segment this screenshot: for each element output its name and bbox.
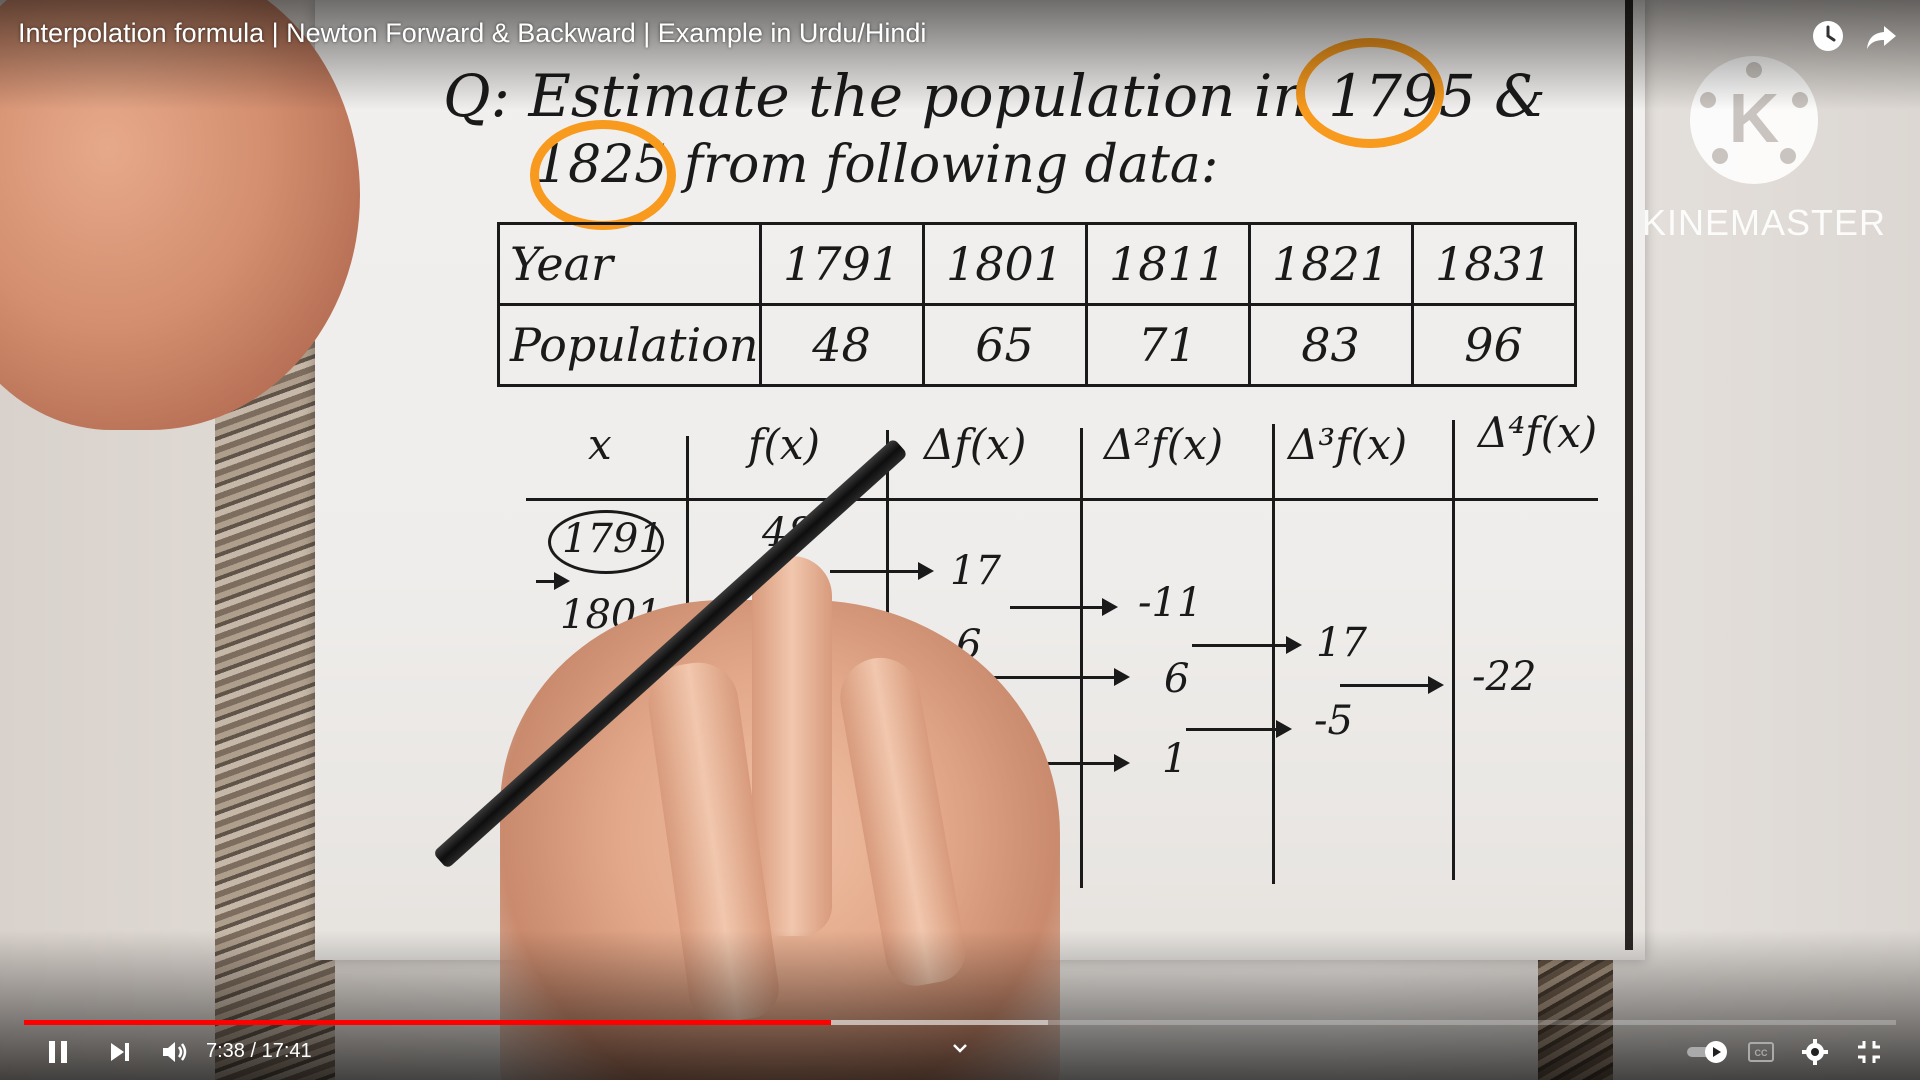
exit-fullscreen-icon — [1858, 1041, 1880, 1063]
time-display: 7:38 / 17:41 — [206, 1040, 312, 1063]
arrow — [1340, 676, 1444, 694]
time-separator: / — [244, 1040, 262, 1062]
delta2-value: 1 — [1162, 736, 1188, 782]
table-row: Year 1791 1801 1811 1821 1831 — [497, 222, 1577, 306]
kinemaster-wordmark: KINEMASTER — [1642, 202, 1887, 243]
table-cell: 65 — [921, 303, 1088, 387]
x-value: 1791 — [562, 516, 664, 562]
table-row: Population 48 65 71 83 96 — [497, 303, 1577, 387]
chapters-button[interactable] — [948, 1036, 972, 1060]
current-time: 7:38 — [206, 1040, 245, 1062]
table-cell: 83 — [1247, 303, 1414, 387]
cc-icon: CC — [1748, 1042, 1774, 1062]
top-shade — [0, 0, 1920, 110]
header-fx: f(x) — [748, 420, 821, 469]
delta3-value: -5 — [1314, 698, 1353, 744]
header-delta1: Δf(x) — [924, 420, 1027, 469]
next-button[interactable] — [102, 1034, 138, 1070]
delta2-value: 6 — [1164, 656, 1190, 702]
played-bar — [24, 1020, 831, 1025]
svg-text:CC: CC — [1755, 1048, 1768, 1058]
column-divider — [1452, 420, 1455, 880]
video-frame[interactable]: Q: Estimate the population in 1795 & 182… — [0, 0, 1920, 1080]
captions-button[interactable]: CC — [1746, 1034, 1776, 1070]
finger — [752, 556, 832, 936]
autoplay-toggle-icon — [1687, 1041, 1727, 1063]
gear-icon — [1802, 1039, 1828, 1065]
table-cell: 1811 — [1084, 222, 1251, 306]
chevron-down-icon — [953, 1044, 967, 1053]
pause-icon — [49, 1041, 67, 1063]
column-divider — [1080, 428, 1083, 888]
population-data-table: Year 1791 1801 1811 1821 1831 Population… — [497, 222, 1577, 387]
header-delta2: Δ²f(x) — [1104, 420, 1224, 469]
settings-button[interactable] — [1798, 1034, 1832, 1070]
delta3-value: 17 — [1316, 620, 1367, 666]
next-icon — [111, 1043, 129, 1061]
video-title[interactable]: Interpolation formula | Newton Forward &… — [18, 18, 926, 49]
delta4-value: -22 — [1472, 654, 1537, 700]
header-delta4: Δ⁴f(x) — [1478, 408, 1598, 457]
table-cell: 48 — [758, 303, 925, 387]
header-x: x — [588, 420, 612, 469]
header-delta3: Δ³f(x) — [1288, 420, 1408, 469]
table-cell: 1821 — [1247, 222, 1414, 306]
paper-edge — [1625, 0, 1633, 950]
arrow — [830, 562, 934, 580]
arrow — [1192, 636, 1302, 654]
delta2-value: -11 — [1138, 580, 1203, 626]
arrow — [536, 572, 570, 590]
logo-dot — [1780, 148, 1796, 164]
exit-fullscreen-button[interactable] — [1852, 1034, 1886, 1070]
table-cell: 1791 — [758, 222, 925, 306]
pause-button[interactable] — [40, 1034, 76, 1070]
table-cell: 1831 — [1410, 222, 1577, 306]
progress-bar[interactable] — [24, 1020, 1896, 1025]
table-cell: Population — [497, 303, 762, 387]
share-icon[interactable] — [1864, 18, 1900, 54]
table-cell: 96 — [1410, 303, 1577, 387]
duration: 17:41 — [261, 1040, 312, 1062]
arrow — [1010, 598, 1118, 616]
arrow — [1186, 720, 1292, 738]
volume-button[interactable] — [156, 1034, 192, 1070]
table-cell: Year — [497, 222, 762, 306]
autoplay-toggle[interactable] — [1684, 1034, 1732, 1070]
delta1-value: 17 — [950, 548, 1001, 594]
arrow — [990, 668, 1130, 686]
column-divider — [1272, 424, 1275, 884]
table-cell: 1801 — [921, 222, 1088, 306]
highlight-1825 — [530, 120, 676, 230]
volume-icon — [163, 1042, 187, 1062]
table-cell: 71 — [1084, 303, 1251, 387]
logo-dot — [1712, 148, 1728, 164]
clock-icon[interactable] — [1810, 18, 1846, 54]
